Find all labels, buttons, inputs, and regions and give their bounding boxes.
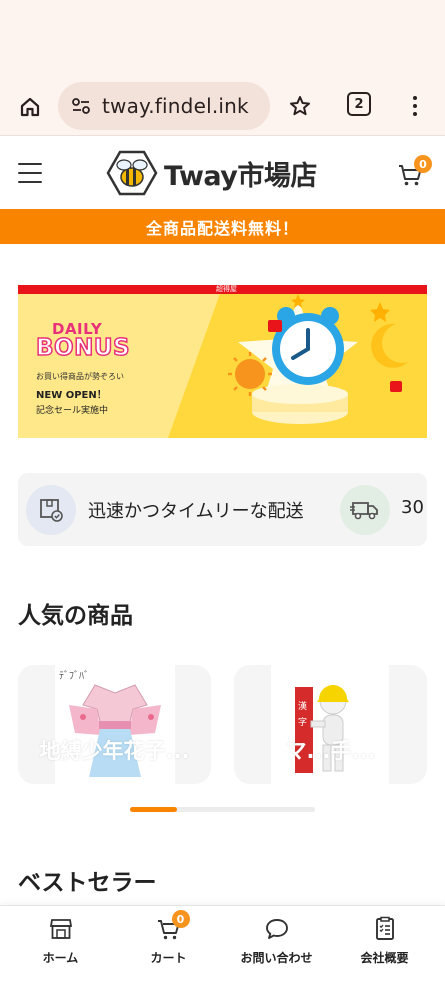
nav-label: 会社概要: [360, 951, 409, 965]
banner-sale-text: 記念セール実施中: [36, 406, 109, 416]
hamburger-menu-button[interactable]: [18, 163, 42, 183]
banner-bonus-text: BONUS: [35, 334, 131, 362]
product-card[interactable]: ﾃﾞﾌﾞﾊﾞ 地縛少年花子...: [18, 665, 211, 784]
worker-figure-image: 漢 字: [295, 685, 349, 773]
hamburger-line: [18, 172, 42, 174]
feature-label: 迅速かつタイムリーな配送: [88, 501, 304, 522]
kimono-dress-image: ﾃﾞﾌﾞﾊﾞ: [59, 670, 161, 777]
chat-icon: [264, 916, 290, 942]
feature-icon-bg: [26, 485, 76, 535]
site-header: Tway市場店 0: [0, 137, 445, 209]
banner-subtitle: お買い得商品が勢ぞろい: [36, 372, 124, 381]
bookmark-button[interactable]: [285, 91, 315, 121]
address-bar[interactable]: tway.findel.ink: [58, 82, 270, 130]
package-check-icon: [40, 499, 63, 522]
banner-top-label: 超得屋: [216, 285, 237, 293]
hamburger-line: [18, 181, 42, 183]
cart-icon: 0: [156, 910, 190, 942]
bestseller-section-title: ベストセラー: [18, 870, 157, 896]
banner-new-open: NEW OPEN！: [36, 390, 107, 401]
cart-count-badge: 0: [414, 155, 432, 173]
nav-cart[interactable]: 0 カート: [113, 910, 224, 976]
bottom-navigation: ホーム 0 カート お問い合わせ 会社概要: [0, 905, 445, 999]
nav-company[interactable]: 会社概要: [329, 916, 440, 976]
feature-label: 30: [401, 497, 424, 518]
hamburger-line: [18, 163, 42, 165]
logo-text: Tway市場店: [164, 160, 317, 192]
nav-cart-badge: 0: [171, 910, 190, 928]
free-shipping-banner: 全商品配送料無料！: [0, 209, 445, 244]
carousel-scroll-thumb[interactable]: [130, 807, 177, 812]
store-icon: [48, 916, 74, 942]
alarm-clock-illustration: [228, 294, 408, 424]
menu-dot: [413, 104, 417, 108]
document-icon: [372, 916, 398, 942]
feature-icon-bg: [340, 485, 390, 535]
menu-dot: [413, 96, 417, 100]
nav-label: ホーム: [42, 951, 79, 965]
product-name: 地縛少年花子...: [39, 739, 190, 763]
header-cart-button[interactable]: 0: [396, 155, 432, 189]
product-name: マ...手...: [285, 739, 376, 763]
browser-home-button[interactable]: [14, 91, 46, 123]
feature-strip: 迅速かつタイムリーな配送 30: [18, 473, 427, 546]
home-icon: [20, 97, 40, 117]
status-bar: [0, 0, 445, 78]
banner-top-strip: 超得屋: [18, 285, 427, 294]
browser-menu-button[interactable]: [405, 91, 425, 121]
popular-section-title: 人気の商品: [18, 603, 133, 629]
svg-text:ﾃﾞﾌﾞﾊﾞ: ﾃﾞﾌﾞﾊﾞ: [59, 670, 89, 682]
menu-dot: [413, 112, 417, 116]
url-text: tway.findel.ink: [102, 94, 249, 118]
nav-label: カート: [150, 951, 187, 965]
bee-logo-icon: [106, 150, 158, 196]
carousel-scrollbar[interactable]: [130, 807, 315, 812]
browser-toolbar: tway.findel.ink 2: [0, 78, 445, 136]
product-image: 漢 字: [271, 665, 389, 784]
tab-switcher-button[interactable]: 2: [347, 92, 371, 116]
daily-bonus-banner[interactable]: 超得屋 DAILY BONUS お買い得商品が勢ぞろい NEW OPEN！ 記念…: [18, 285, 427, 438]
site-settings-icon: [72, 98, 90, 114]
svg-text:字: 字: [298, 716, 307, 728]
product-image: ﾃﾞﾌﾞﾊﾞ: [55, 665, 175, 784]
nav-contact[interactable]: お問い合わせ: [221, 916, 332, 976]
star-icon: [290, 96, 310, 116]
nav-label: お問い合わせ: [240, 951, 313, 965]
product-card[interactable]: 漢 字 マ...手...: [234, 665, 427, 784]
truck-icon: [350, 502, 378, 520]
svg-text:漢: 漢: [298, 700, 307, 712]
site-logo[interactable]: Tway市場店: [106, 149, 317, 197]
nav-home[interactable]: ホーム: [5, 916, 116, 976]
